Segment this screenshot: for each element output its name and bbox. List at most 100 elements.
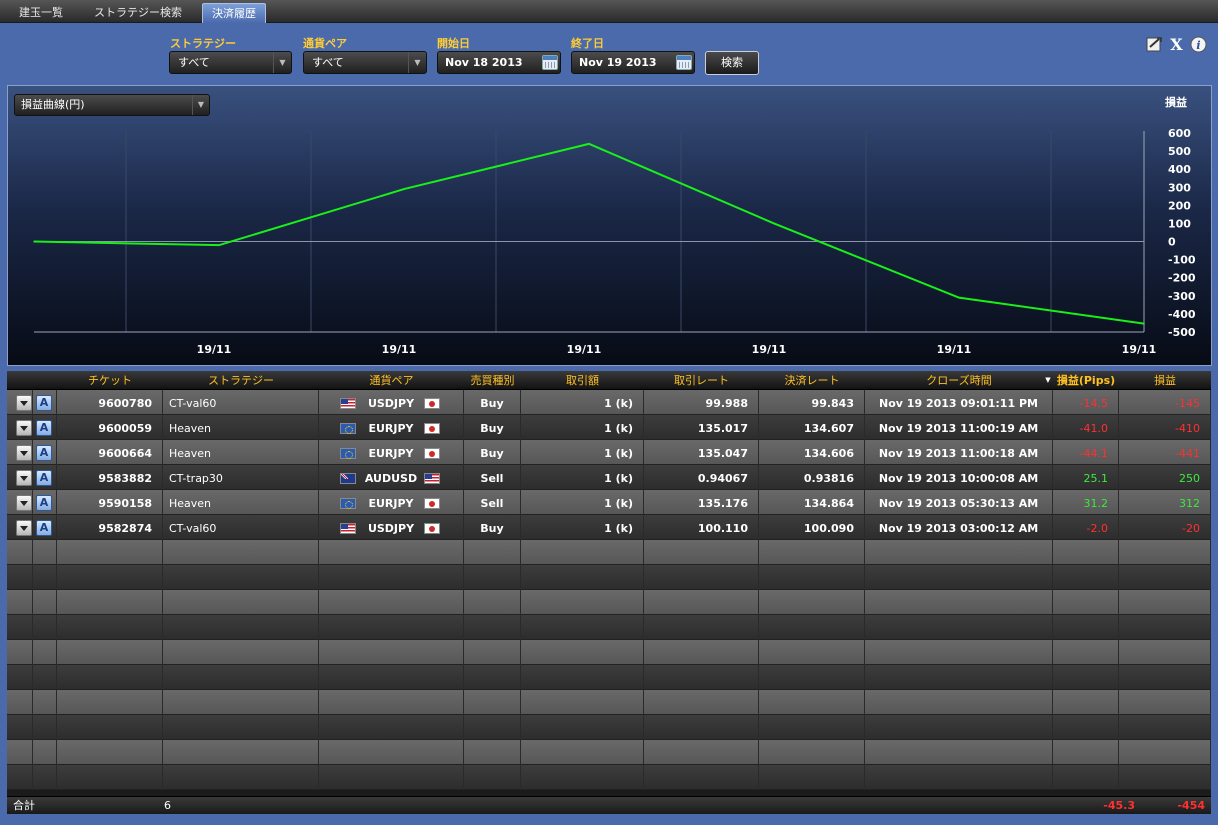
open_rate-cell	[644, 715, 759, 740]
close_rate-cell	[759, 590, 865, 615]
x-tick-label: 19/11	[752, 343, 787, 356]
pair-cell	[319, 540, 464, 565]
amount-cell: 1 (k)	[521, 390, 644, 415]
ticket-cell: 9590158	[57, 490, 163, 515]
ticket-cell	[57, 740, 163, 765]
start-date-field[interactable]: Nov 18 2013	[437, 51, 561, 74]
jp-flag-icon	[424, 523, 440, 534]
close_time-cell	[865, 665, 1053, 690]
strategy-cell: Heaven	[163, 415, 319, 440]
pips-cell	[1053, 740, 1119, 765]
ticket-cell: 9583882	[57, 465, 163, 490]
close_time-cell	[865, 540, 1053, 565]
header-pips[interactable]: 損益(Pips)	[1053, 371, 1119, 390]
info-icon[interactable]: i	[1190, 36, 1207, 53]
pair-cell: USDJPY	[319, 515, 464, 540]
a-cell	[33, 465, 57, 490]
a-cell	[33, 390, 57, 415]
pl-cell: -441	[1119, 440, 1211, 465]
table-row[interactable]: A 9600780 CT-val60 USDJPY Buy 1 (k) 99.988 99.8…	[7, 390, 1211, 415]
ticket-cell	[57, 690, 163, 715]
header-close-rate[interactable]: 決済レート	[759, 371, 865, 390]
header-close-time[interactable]: クローズ時間	[865, 371, 1053, 390]
header-ticket[interactable]: チケット	[57, 371, 163, 390]
close_rate-cell	[759, 615, 865, 640]
table-row[interactable]: A 9590158 Heaven EURJPY Sell 1 (k) 135.176 134.…	[7, 490, 1211, 515]
dd-cell	[7, 765, 33, 790]
calendar-icon[interactable]	[542, 55, 558, 70]
empty-row	[7, 715, 1211, 740]
pips-cell	[1053, 565, 1119, 590]
end-date-field[interactable]: Nov 19 2013	[571, 51, 695, 74]
export-icon[interactable]	[1146, 36, 1163, 53]
table-row[interactable]: A 9600059 Heaven EURJPY Buy 1 (k) 135.017 134.6…	[7, 415, 1211, 440]
start-date-value: Nov 18 2013	[445, 56, 523, 69]
ticket-cell	[57, 565, 163, 590]
dd-cell	[7, 665, 33, 690]
jp-flag-icon	[424, 423, 440, 434]
table-row[interactable]: A 9600664 Heaven EURJPY Buy 1 (k) 135.047 134.6…	[7, 440, 1211, 465]
y-tick-label: 0	[1168, 236, 1176, 249]
strategy-cell	[163, 715, 319, 740]
tab-open-positions[interactable]: 建玉一覧	[6, 3, 76, 23]
pips-cell: -41.0	[1053, 415, 1119, 440]
dd-cell	[7, 615, 33, 640]
dd-cell	[7, 390, 33, 415]
side-cell	[464, 615, 521, 640]
pair-text: USDJPY	[367, 522, 415, 535]
table-row[interactable]: A 9583882 CT-trap30 AUDUSD Sell 1 (k) 0.94067 0…	[7, 465, 1211, 490]
pl-chart: 損益曲線(円) ▼ 損益 600 500 400 300 200 100 0 -100 -200…	[7, 85, 1212, 366]
side-cell: Buy	[464, 390, 521, 415]
a-cell	[33, 665, 57, 690]
side-cell: Buy	[464, 515, 521, 540]
calendar-icon[interactable]	[676, 55, 692, 70]
y-tick-label: 600	[1168, 127, 1191, 140]
header-open-rate[interactable]: 取引レート	[644, 371, 759, 390]
table-row[interactable]: A 9582874 CT-val60 USDJPY Buy 1 (k) 100.110 100…	[7, 515, 1211, 540]
eu-flag-icon	[340, 498, 356, 509]
pips-cell	[1053, 615, 1119, 640]
x-tick-label: 19/11	[1122, 343, 1157, 356]
ticket-cell	[57, 765, 163, 790]
chart-plot: 600 500 400 300 200 100 0 -100 -200 -300 -400 -500 1…	[33, 127, 1196, 356]
excel-icon[interactable]: X	[1168, 36, 1185, 53]
a-cell	[33, 565, 57, 590]
ticket-cell	[57, 540, 163, 565]
data-point	[588, 143, 590, 145]
strategy-cell: CT-trap30	[163, 465, 319, 490]
strategy-label: ストラテジー	[170, 37, 236, 50]
header-side[interactable]: 売買種別	[464, 371, 521, 390]
dd-cell	[7, 565, 33, 590]
header-pl[interactable]: 損益	[1119, 371, 1211, 390]
data-point	[1143, 322, 1145, 325]
table-footer: 合計 6 -45.3 -454	[7, 796, 1211, 814]
pair-cell: USDJPY	[319, 390, 464, 415]
header-amount[interactable]: 取引額	[521, 371, 644, 390]
open_rate-cell: 0.94067	[644, 465, 759, 490]
tab-settlement-history[interactable]: 決済履歴	[202, 3, 266, 23]
table-header: チケット ストラテジー 通貨ペア 売買種別 取引額 取引レート 決済レート クロ…	[7, 371, 1211, 390]
header-strategy[interactable]: ストラテジー	[163, 371, 319, 390]
empty-row	[7, 690, 1211, 715]
pair-select[interactable]: すべて ▼	[303, 51, 427, 74]
pl-cell: 250	[1119, 465, 1211, 490]
tab-strategy-search[interactable]: ストラテジー検索	[82, 3, 194, 23]
y-tick-label: -200	[1168, 272, 1196, 285]
dd-cell	[7, 540, 33, 565]
side-cell	[464, 740, 521, 765]
start-date-label: 開始日	[437, 37, 470, 50]
a-cell	[33, 615, 57, 640]
amount-cell	[521, 690, 644, 715]
close_time-cell	[865, 590, 1053, 615]
side-cell	[464, 665, 521, 690]
search-button[interactable]: 検索	[705, 51, 759, 75]
empty-row	[7, 540, 1211, 565]
amount-cell: 1 (k)	[521, 515, 644, 540]
open_rate-cell: 135.047	[644, 440, 759, 465]
pl-cell	[1119, 665, 1211, 690]
header-pair[interactable]: 通貨ペア	[319, 371, 464, 390]
strategy-cell: Heaven	[163, 440, 319, 465]
pl-cell	[1119, 565, 1211, 590]
ticket-cell: 9600664	[57, 440, 163, 465]
strategy-select[interactable]: すべて ▼	[169, 51, 292, 74]
